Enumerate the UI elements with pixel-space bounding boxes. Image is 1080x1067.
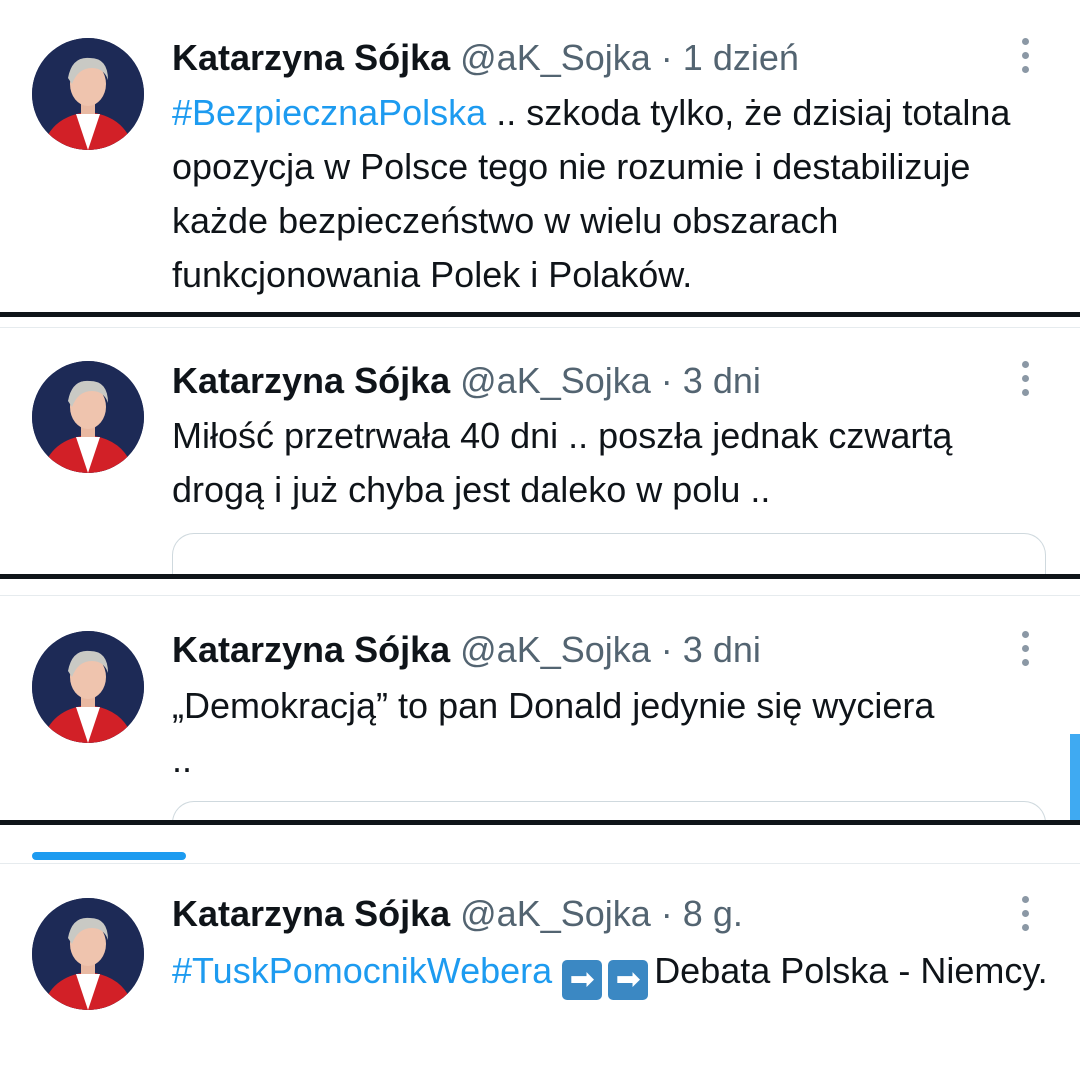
author-handle[interactable]: @aK_Sojka (460, 360, 651, 401)
tweet-text-content: Debata Polska - Niemcy. (654, 950, 1048, 991)
more-options-icon[interactable] (1014, 896, 1036, 936)
author-handle[interactable]: @aK_Sojka (460, 37, 651, 78)
loading-indicator-bar (32, 852, 186, 860)
timestamp[interactable]: 8 g. (683, 893, 743, 934)
separator-dot: · (650, 893, 683, 934)
separator-line (0, 595, 1080, 596)
author-name[interactable]: Katarzyna Sójka (172, 37, 450, 78)
scrollbar[interactable] (1070, 734, 1080, 820)
author-handle[interactable]: @aK_Sojka (460, 893, 651, 934)
tweet-header: Katarzyna Sójka @aK_Sojka · 8 g. (172, 892, 743, 936)
more-options-icon[interactable] (1014, 631, 1036, 671)
hashtag-link[interactable]: #BezpiecznaPolska (172, 92, 486, 133)
tweet-header: Katarzyna Sójka @aK_Sojka · 1 dzień (172, 36, 799, 80)
author-handle[interactable]: @aK_Sojka (460, 629, 651, 670)
tweet-text: Miłość przetrwała 40 dni .. poszła jedna… (172, 415, 953, 510)
timestamp[interactable]: 3 dni (683, 360, 761, 401)
tweet-3[interactable]: Katarzyna Sójka @aK_Sojka · 3 dni „Demok… (0, 579, 1080, 820)
avatar[interactable] (32, 631, 144, 743)
tweet-header: Katarzyna Sójka @aK_Sojka · 3 dni (172, 359, 761, 403)
separator-line (0, 863, 1080, 864)
author-name[interactable]: Katarzyna Sójka (172, 893, 450, 934)
tweet-text: #TuskPomocnikWebera ➡ ➡ Debata Polska - Ni… (172, 944, 1052, 1000)
quoted-tweet-card[interactable] (172, 533, 1046, 574)
avatar[interactable] (32, 361, 144, 473)
right-arrow-icon: ➡ (562, 960, 603, 1000)
avatar[interactable] (32, 38, 144, 150)
tweet-1[interactable]: Katarzyna Sójka @aK_Sojka · 1 dzień #Bez… (0, 0, 1080, 312)
tweet-header: Katarzyna Sójka @aK_Sojka · 3 dni (172, 628, 761, 672)
divider (0, 820, 1080, 825)
right-arrow-icon: ➡ (608, 960, 649, 1000)
author-name[interactable]: Katarzyna Sójka (172, 629, 450, 670)
quoted-tweet-card[interactable] (172, 801, 1046, 820)
separator-dot: · (650, 629, 683, 670)
tweet-text: #BezpiecznaPolska .. szkoda tylko, że dz… (172, 86, 1052, 302)
tweet-2[interactable]: Katarzyna Sójka @aK_Sojka · 3 dni Miłość… (0, 317, 1080, 574)
separator-dot: · (650, 37, 683, 78)
more-options-icon[interactable] (1014, 361, 1036, 401)
more-options-icon[interactable] (1014, 38, 1036, 78)
separator-line (0, 327, 1080, 328)
timestamp[interactable]: 1 dzień (683, 37, 799, 78)
hashtag-link[interactable]: #TuskPomocnikWebera (172, 950, 552, 991)
avatar[interactable] (32, 898, 144, 1010)
tweet-text: „Demokracją” to pan Donald jedynie się w… (172, 685, 935, 780)
timestamp[interactable]: 3 dni (683, 629, 761, 670)
tweet-4[interactable]: Katarzyna Sójka @aK_Sojka · 8 g. #TuskPo… (0, 862, 1080, 1067)
separator-dot: · (650, 360, 683, 401)
author-name[interactable]: Katarzyna Sójka (172, 360, 450, 401)
